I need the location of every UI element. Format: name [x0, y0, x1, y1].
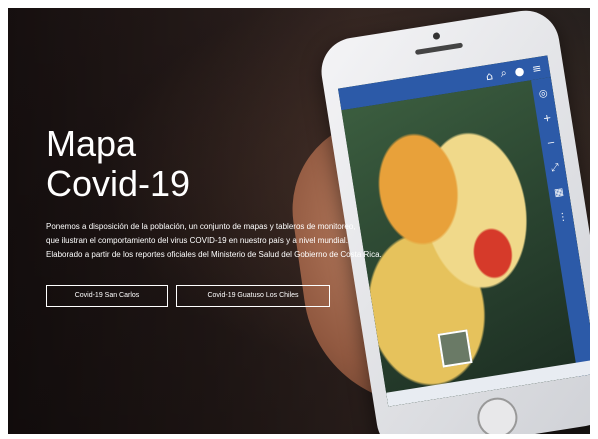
- basemap-thumbnail: [437, 329, 473, 368]
- locate-icon: ◎: [538, 87, 549, 101]
- menu-icon: ≡: [531, 61, 543, 76]
- description-line: Elaborado a partir de los reportes ofici…: [46, 250, 382, 259]
- layers-icon: ▦: [553, 186, 565, 199]
- scale-icon: ⋮: [557, 211, 569, 224]
- hero-banner: ⌂ ⌕ ● ≡ ◎ + − ⤢ ▦ ⋮ Mapa Covid-19 Ponemo…: [8, 8, 590, 434]
- description-line: que ilustran el comportamiento del virus…: [46, 236, 348, 245]
- title-line-2: Covid-19: [46, 163, 191, 204]
- zoom-in-icon: +: [542, 112, 553, 125]
- zoom-out-icon: −: [546, 137, 557, 150]
- hero-description: Ponemos a disposición de la población, u…: [46, 220, 486, 262]
- title-line-1: Mapa: [46, 123, 137, 164]
- description-line: Ponemos a disposición de la población, u…: [46, 222, 356, 231]
- hero-buttons: Covid-19 San Carlos Covid-19 Guatuso Los…: [46, 285, 330, 307]
- user-icon: ●: [513, 63, 526, 79]
- guatuso-los-chiles-button[interactable]: Covid-19 Guatuso Los Chiles: [176, 285, 330, 307]
- page-title: Mapa Covid-19: [46, 124, 190, 204]
- search-icon: ⌕: [499, 66, 508, 80]
- expand-icon: ⤢: [550, 162, 560, 175]
- san-carlos-button[interactable]: Covid-19 San Carlos: [46, 285, 168, 307]
- home-icon: ⌂: [484, 68, 494, 83]
